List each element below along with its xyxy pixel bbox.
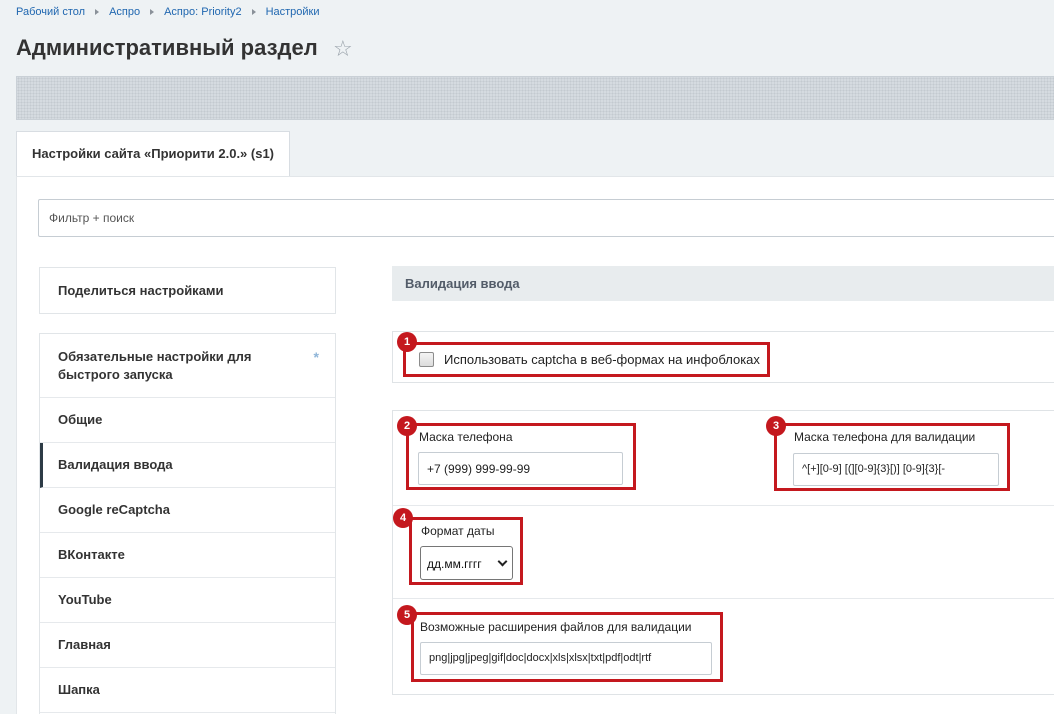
annotation-badge: 1: [397, 332, 417, 352]
sidebar-item-youtube[interactable]: YouTube: [40, 578, 335, 623]
date-format-select[interactable]: дд.мм.гггг: [420, 546, 513, 580]
tab-bar: Настройки сайта «Приорити 2.0.» (s1): [16, 131, 1054, 177]
sidebar-item-header[interactable]: Шапка: [40, 668, 335, 713]
annotation-badge: 3: [766, 416, 786, 436]
phone-validation-label: Маска телефона для валидации: [794, 430, 976, 444]
divider: [393, 505, 1054, 506]
sidebar-item-general[interactable]: Общие: [40, 398, 335, 443]
date-format-label: Формат даты: [421, 524, 495, 538]
chevron-down-icon: [497, 556, 508, 567]
sidebar-nav: Обязательные настройки для быстрого запу…: [39, 333, 336, 714]
filter-search-input[interactable]: Фильтр + поиск: [38, 199, 1054, 237]
validation-fields-panel: 2 Маска телефона +7 (999) 999-99-99 3 Ма…: [392, 410, 1054, 695]
sidebar-item-label: Обязательные настройки для быстрого запу…: [58, 349, 252, 382]
captcha-panel: 1 Использовать captcha в веб-формах на и…: [392, 331, 1054, 383]
breadcrumb-arrow-icon: [150, 9, 155, 15]
breadcrumb: Рабочий стол Аспро Аспро: Priority2 Наст…: [16, 6, 320, 18]
date-format-value: дд.мм.гггг: [427, 557, 482, 571]
breadcrumb-item[interactable]: Рабочий стол: [16, 6, 85, 18]
phone-validation-field[interactable]: ^[+][0-9] [(][0-9]{3}[)] [0-9]{3}[-: [793, 453, 999, 486]
phone-mask-label: Маска телефона: [419, 430, 513, 444]
asterisk-icon: *: [313, 349, 319, 365]
star-icon[interactable]: ☆: [333, 36, 353, 62]
annotation-badge: 4: [393, 508, 413, 528]
breadcrumb-item[interactable]: Настройки: [266, 6, 320, 18]
file-extensions-field[interactable]: png|jpg|jpeg|gif|doc|docx|xls|xlsx|txt|p…: [420, 642, 712, 675]
toolbar-panel: [16, 76, 1054, 120]
breadcrumb-item[interactable]: Аспро: Priority2: [164, 6, 241, 18]
phone-mask-field[interactable]: +7 (999) 999-99-99: [418, 452, 623, 485]
captcha-checkbox[interactable]: [419, 352, 434, 367]
breadcrumb-arrow-icon: [95, 9, 100, 15]
sidebar-item-input-validation[interactable]: Валидация ввода: [40, 443, 335, 488]
breadcrumb-arrow-icon: [251, 9, 256, 15]
sidebar-item-vkontakte[interactable]: ВКонтакте: [40, 533, 335, 578]
sidebar-item-google-recaptcha[interactable]: Google reCaptcha: [40, 488, 335, 533]
share-settings-button[interactable]: Поделиться настройками: [39, 267, 336, 314]
settings-content: Фильтр + поиск Поделиться настройками Об…: [16, 176, 1054, 714]
annotation-badge: 5: [397, 605, 417, 625]
breadcrumb-item[interactable]: Аспро: [109, 6, 140, 18]
annotation-badge: 2: [397, 416, 417, 436]
page-title: Административный раздел: [16, 35, 318, 60]
sidebar-item-main[interactable]: Главная: [40, 623, 335, 668]
section-title: Валидация ввода: [392, 266, 1054, 301]
captcha-label: Использовать captcha в веб-формах на инф…: [444, 352, 760, 367]
sidebar-item-required-settings[interactable]: Обязательные настройки для быстрого запу…: [40, 334, 335, 398]
tab-site-settings[interactable]: Настройки сайта «Приорити 2.0.» (s1): [16, 131, 290, 177]
file-extensions-label: Возможные расширения файлов для валидаци…: [420, 620, 692, 634]
divider: [393, 598, 1054, 599]
